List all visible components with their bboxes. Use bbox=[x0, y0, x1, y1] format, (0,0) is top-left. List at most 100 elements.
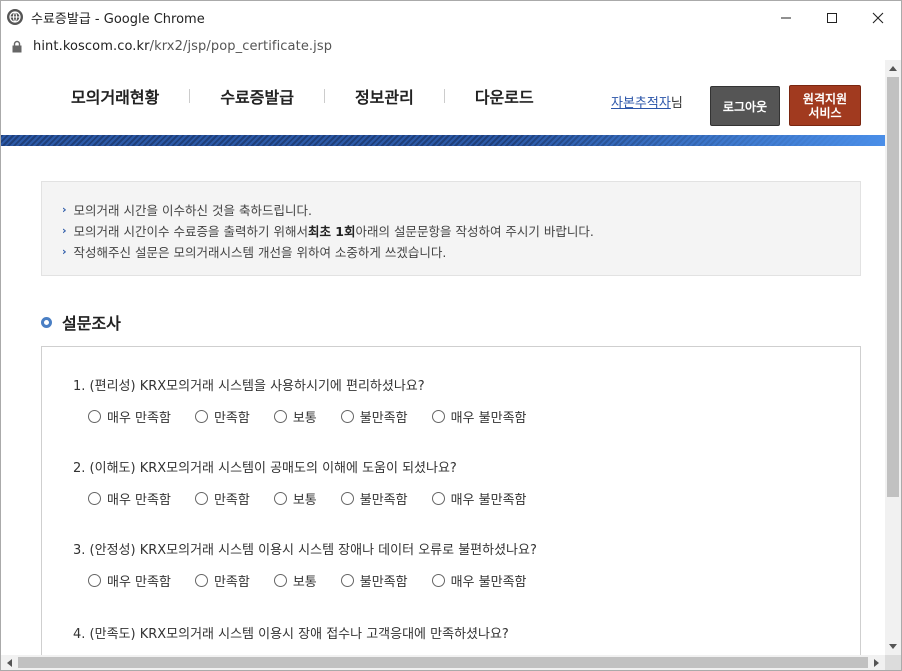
radio-button[interactable] bbox=[431, 492, 445, 505]
radio-button[interactable] bbox=[273, 492, 287, 505]
survey-box: 1. (편리성) KRX모의거래 시스템을 사용하시기에 편리하셨나요? 매우 … bbox=[41, 346, 861, 655]
lock-icon bbox=[12, 40, 22, 53]
url-path: /krx2/jsp/pop_certificate.jsp bbox=[149, 39, 333, 54]
remote-support-label-2: 서비스 bbox=[808, 105, 842, 120]
question-text: 2. (이해도) KRX모의거래 시스템이 공매도의 이해에 도움이 되셨나요? bbox=[73, 461, 457, 476]
option-very-satisfied[interactable]: 매우 만족함 bbox=[88, 407, 171, 426]
chevron-right-icon: › bbox=[62, 203, 67, 216]
minimize-button[interactable] bbox=[763, 1, 809, 34]
remote-support-label-1: 원격지원 bbox=[802, 91, 848, 106]
address-bar[interactable]: hint.koscom.co.kr/krx2/jsp/pop_certifica… bbox=[0, 33, 902, 60]
survey-question: 4. (만족도) KRX모의거래 시스템 이용시 장애 접수나 고객응대에 만족… bbox=[73, 623, 509, 642]
notice-text: 아래의 설문문항을 작성하여 주시기 바랍니다. bbox=[355, 224, 594, 239]
survey-question: 2. (이해도) KRX모의거래 시스템이 공매도의 이해에 도움이 되셨나요?… bbox=[73, 457, 551, 508]
radio-button[interactable] bbox=[340, 574, 354, 587]
user-greeting: 자본추적자님 bbox=[611, 92, 683, 111]
option-very-dissatisfied[interactable]: 매우 불만족함 bbox=[431, 571, 527, 590]
user-name-link[interactable]: 자본추적자 bbox=[611, 96, 671, 111]
browser-titlebar: 수료증발급 - Google Chrome bbox=[0, 0, 902, 33]
radio-button[interactable] bbox=[340, 410, 354, 423]
section-title: 설문조사 bbox=[62, 314, 121, 333]
nav-divider bbox=[323, 89, 325, 103]
scroll-up-arrow-icon[interactable] bbox=[885, 60, 901, 76]
scroll-left-arrow-icon[interactable] bbox=[1, 655, 17, 670]
bullet-circle-icon bbox=[41, 316, 52, 328]
option-neutral[interactable]: 보통 bbox=[273, 407, 317, 426]
chevron-right-icon: › bbox=[62, 245, 67, 258]
vertical-scrollbar[interactable] bbox=[885, 60, 901, 655]
radio-button[interactable] bbox=[194, 492, 208, 505]
nav-certificate[interactable]: 수료증발급 bbox=[220, 84, 294, 108]
radio-button[interactable] bbox=[88, 574, 101, 587]
option-satisfied[interactable]: 만족함 bbox=[194, 407, 250, 426]
option-very-satisfied[interactable]: 매우 만족함 bbox=[88, 489, 171, 508]
nav-info-manage[interactable]: 정보관리 bbox=[355, 84, 414, 108]
option-label: 보통 bbox=[292, 575, 317, 590]
option-label: 매우 만족함 bbox=[107, 575, 171, 590]
section-heading: 설문조사 bbox=[41, 310, 121, 334]
option-very-dissatisfied[interactable]: 매우 불만족함 bbox=[431, 489, 527, 508]
option-neutral[interactable]: 보통 bbox=[273, 489, 317, 508]
remote-support-button[interactable]: 원격지원 서비스 bbox=[789, 85, 861, 126]
close-icon bbox=[872, 12, 884, 23]
globe-icon bbox=[7, 9, 23, 25]
nav-download[interactable]: 다운로드 bbox=[475, 84, 534, 108]
option-neutral[interactable]: 보통 bbox=[273, 571, 317, 590]
notice-text: 모의거래 시간이수 수료증을 출력하기 위해서 bbox=[73, 224, 308, 239]
chevron-right-icon: › bbox=[62, 224, 67, 237]
radio-button[interactable] bbox=[273, 574, 287, 587]
vertical-scroll-thumb[interactable] bbox=[887, 77, 899, 497]
option-very-dissatisfied[interactable]: 매우 불만족함 bbox=[431, 407, 527, 426]
option-dissatisfied[interactable]: 불만족함 bbox=[340, 571, 408, 590]
nav-trading-status[interactable]: 모의거래현황 bbox=[71, 84, 159, 108]
radio-button[interactable] bbox=[273, 410, 287, 423]
option-dissatisfied[interactable]: 불만족함 bbox=[340, 407, 408, 426]
notice-bold-text: 최초 1회 bbox=[307, 224, 356, 239]
nav-divider bbox=[189, 89, 191, 103]
option-label: 만족함 bbox=[213, 575, 250, 590]
notice-item: › 모의거래 시간이수 수료증을 출력하기 위해서 최초 1회 아래의 설문문항을… bbox=[62, 220, 860, 241]
user-suffix: 님 bbox=[670, 96, 683, 111]
nav-divider bbox=[443, 89, 445, 103]
question-options: 매우 만족함 만족함 보통 불만족함 매우 불만족함 bbox=[88, 571, 551, 590]
radio-button[interactable] bbox=[194, 410, 208, 423]
radio-button[interactable] bbox=[194, 574, 208, 587]
close-button[interactable] bbox=[855, 1, 901, 34]
question-options: 매우 만족함 만족함 보통 불만족함 매우 불만족함 bbox=[88, 407, 551, 426]
main-nav: 모의거래현황 수료증발급 정보관리 다운로드 bbox=[55, 84, 534, 108]
radio-button[interactable] bbox=[431, 410, 445, 423]
radio-button[interactable] bbox=[340, 492, 354, 505]
notice-item: › 모의거래 시간을 이수하신 것을 축하드립니다. bbox=[62, 199, 860, 220]
logout-button[interactable]: 로그아웃 bbox=[710, 86, 780, 126]
question-options: 매우 만족함 만족함 보통 불만족함 매우 불만족함 bbox=[88, 489, 551, 508]
url-host: hint.koscom.co.kr bbox=[33, 39, 150, 54]
window-title: 수료증발급 - Google Chrome bbox=[31, 11, 205, 27]
option-label: 매우 만족함 bbox=[107, 493, 171, 508]
survey-question: 1. (편리성) KRX모의거래 시스템을 사용하시기에 편리하셨나요? 매우 … bbox=[73, 375, 551, 426]
option-label: 보통 bbox=[292, 493, 317, 508]
radio-button[interactable] bbox=[88, 410, 101, 423]
option-label: 불만족함 bbox=[359, 411, 408, 426]
scroll-down-arrow-icon[interactable] bbox=[885, 639, 901, 655]
option-label: 매우 만족함 bbox=[107, 411, 171, 426]
option-label: 만족함 bbox=[213, 493, 250, 508]
maximize-icon bbox=[827, 12, 837, 23]
url-text: hint.koscom.co.kr/krx2/jsp/pop_certifica… bbox=[33, 39, 332, 54]
option-label: 매우 불만족함 bbox=[450, 411, 527, 426]
option-satisfied[interactable]: 만족함 bbox=[194, 489, 250, 508]
option-label: 보통 bbox=[292, 411, 317, 426]
radio-button[interactable] bbox=[88, 492, 101, 505]
option-label: 매우 불만족함 bbox=[450, 493, 527, 508]
option-satisfied[interactable]: 만족함 bbox=[194, 571, 250, 590]
horizontal-scrollbar[interactable] bbox=[1, 655, 885, 670]
radio-button[interactable] bbox=[431, 574, 445, 587]
horizontal-scroll-thumb[interactable] bbox=[18, 657, 868, 668]
notice-text: 작성해주신 설문은 모의거래시스템 개선을 위하여 소중하게 쓰겠습니다. bbox=[73, 245, 447, 260]
scroll-right-arrow-icon[interactable] bbox=[869, 655, 885, 670]
question-text: 1. (편리성) KRX모의거래 시스템을 사용하시기에 편리하셨나요? bbox=[73, 379, 425, 394]
notice-item: › 작성해주신 설문은 모의거래시스템 개선을 위하여 소중하게 쓰겠습니다. bbox=[62, 241, 860, 262]
option-dissatisfied[interactable]: 불만족함 bbox=[340, 489, 408, 508]
option-very-satisfied[interactable]: 매우 만족함 bbox=[88, 571, 171, 590]
maximize-button[interactable] bbox=[809, 1, 855, 34]
option-label: 불만족함 bbox=[359, 493, 408, 508]
